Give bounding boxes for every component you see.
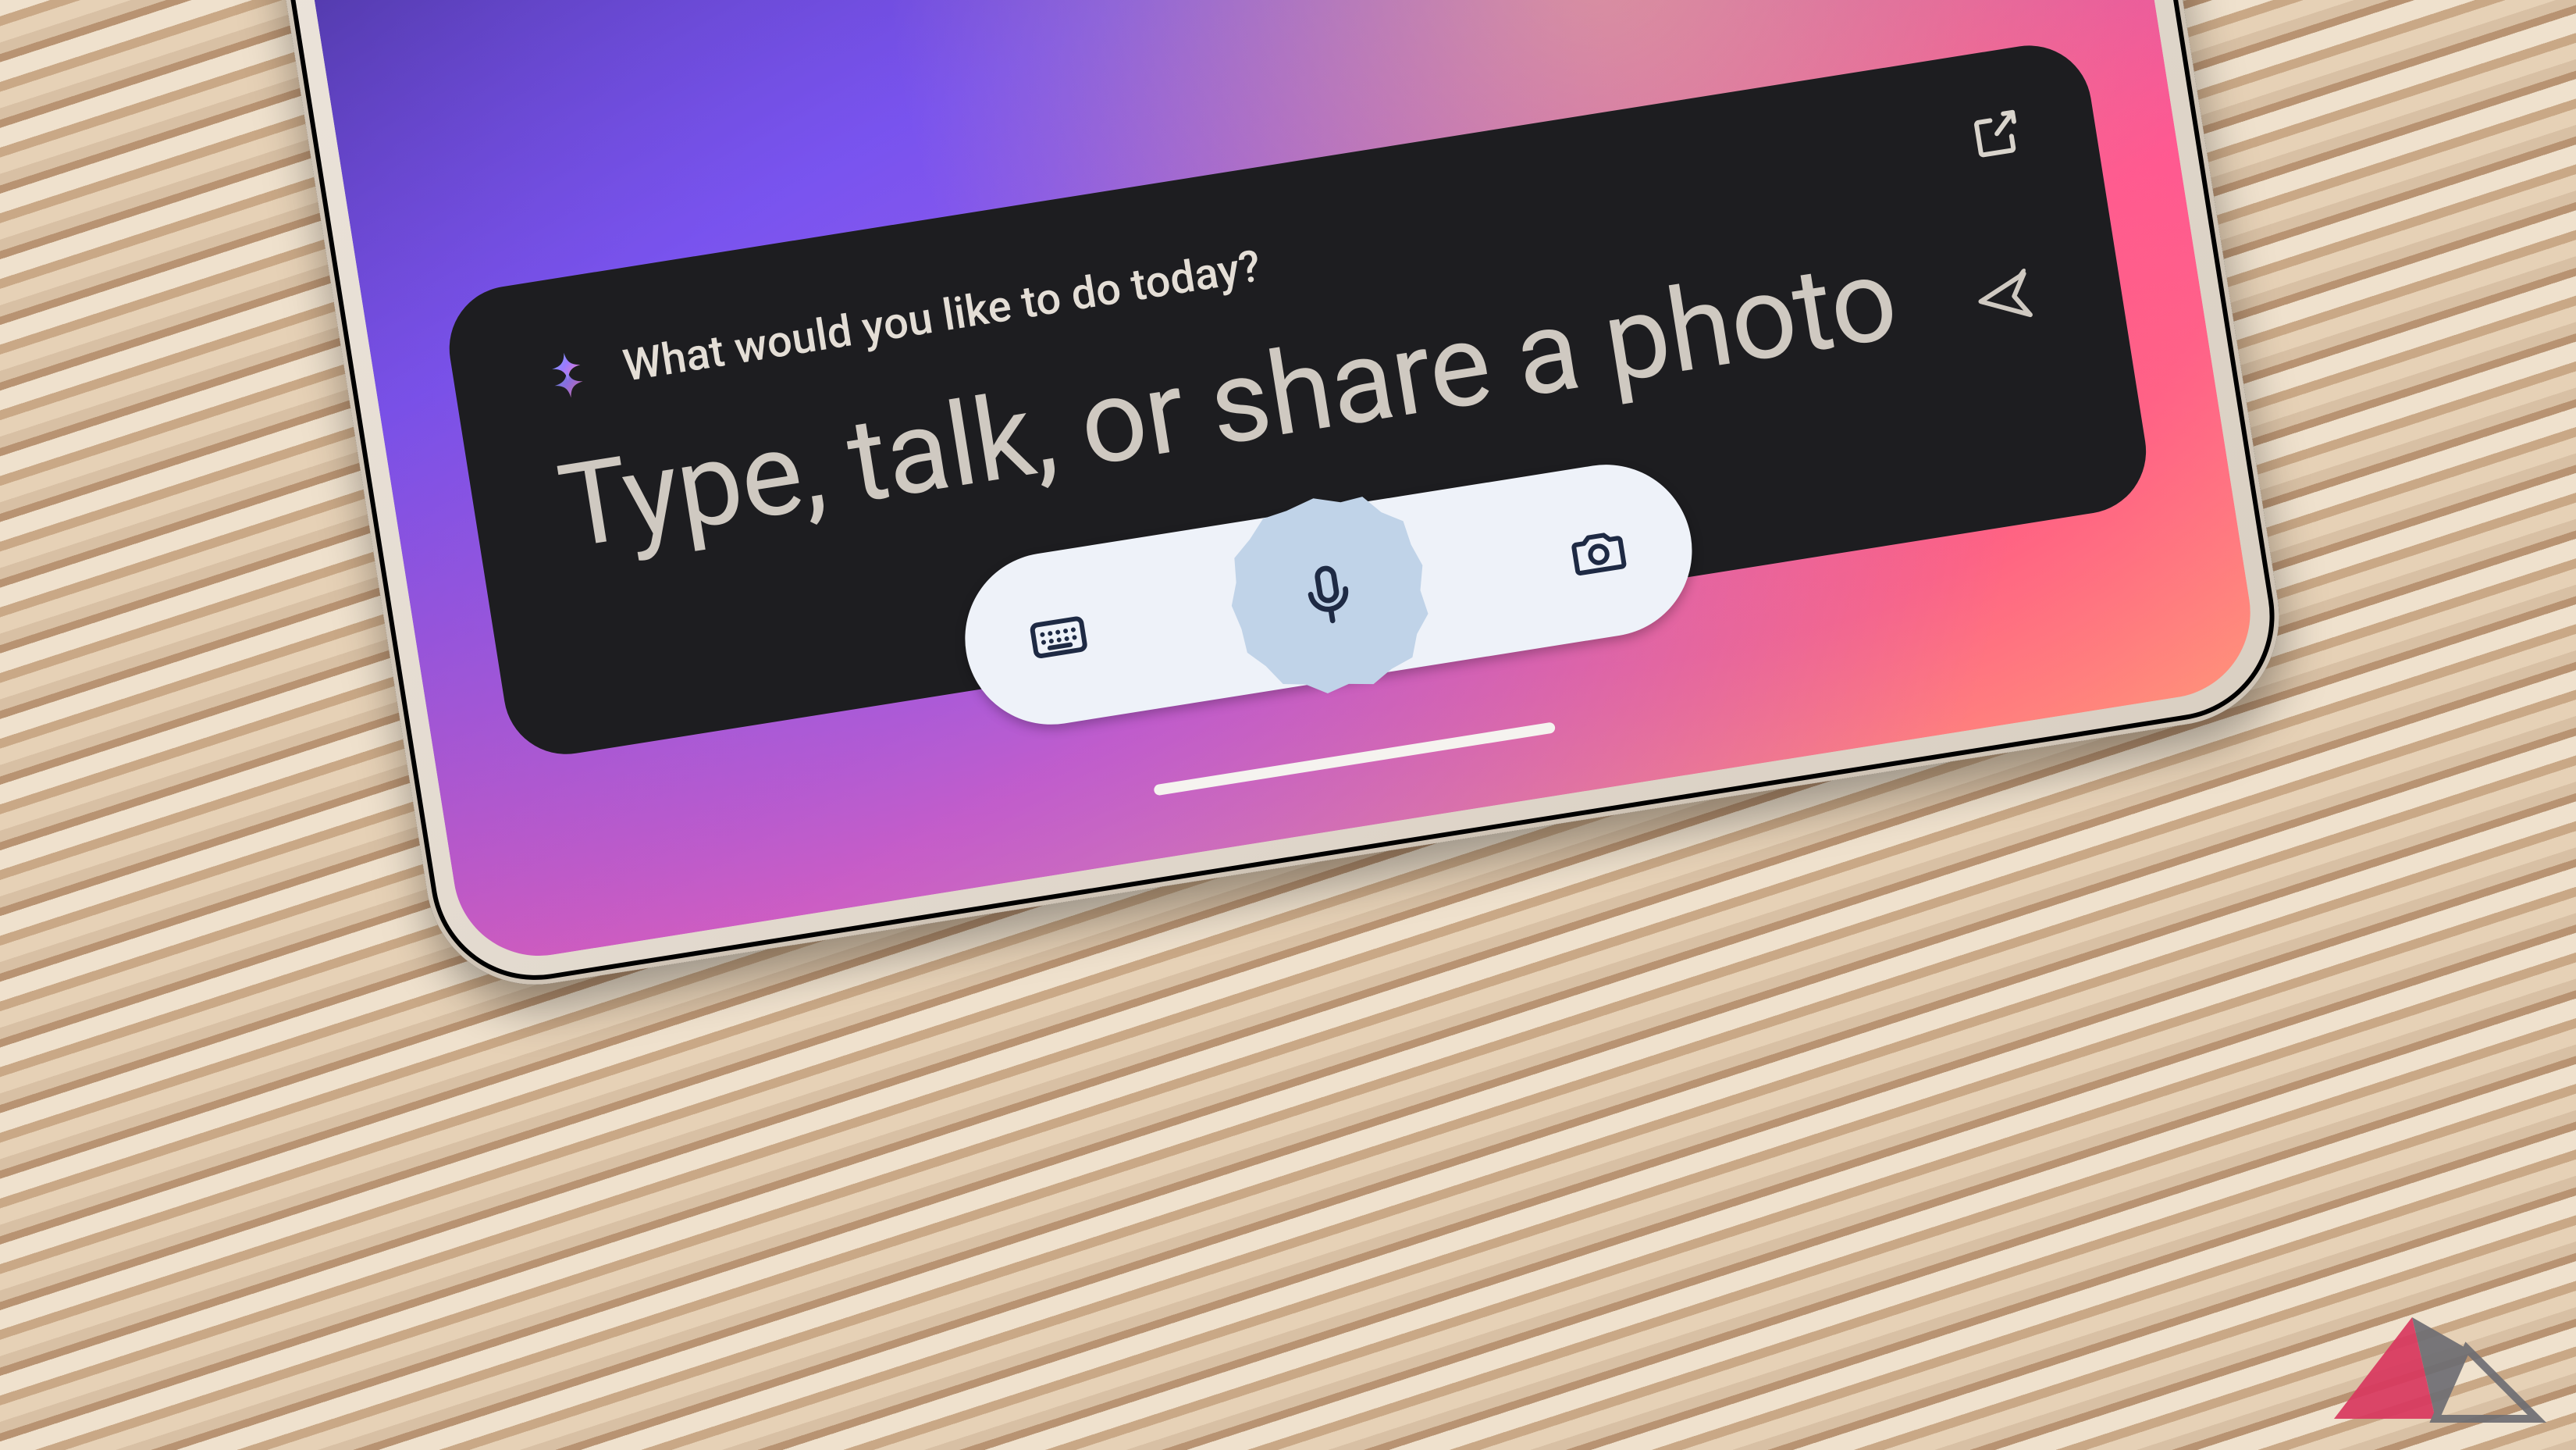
open-in-new-icon bbox=[1965, 102, 2029, 166]
open-in-new-button[interactable] bbox=[1965, 102, 2029, 166]
send-icon bbox=[1968, 262, 2040, 334]
sparkle-icon bbox=[536, 344, 599, 407]
phone-screen: What would you like to do today? Type, t… bbox=[147, 0, 2262, 968]
assistant-card: What would you like to do today? Type, t… bbox=[440, 37, 2154, 763]
site-watermark bbox=[2318, 1302, 2553, 1434]
gesture-nav-bar[interactable] bbox=[1153, 721, 1556, 796]
microphone-button[interactable] bbox=[1212, 479, 1444, 711]
camera-icon bbox=[1563, 516, 1635, 588]
keyboard-button[interactable] bbox=[1023, 601, 1094, 673]
camera-button[interactable] bbox=[1563, 516, 1635, 588]
send-button[interactable] bbox=[1968, 262, 2040, 334]
keyboard-icon bbox=[1023, 601, 1094, 673]
phone-frame: What would you like to do today? Type, t… bbox=[115, 0, 2295, 1000]
microphone-icon bbox=[1288, 554, 1368, 635]
